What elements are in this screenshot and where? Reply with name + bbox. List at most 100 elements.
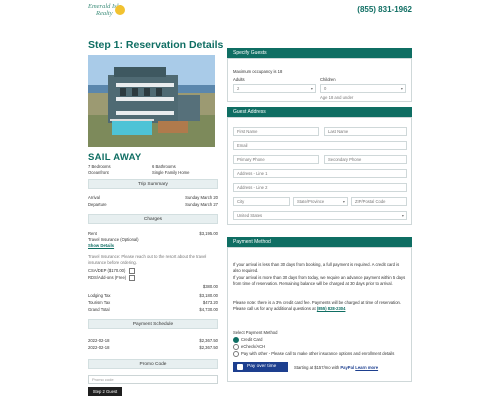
secondary-phone-input[interactable]: Secondary Phone [324,155,407,164]
address-line1-input[interactable]: Address - Line 1 [233,169,407,178]
brand-logo[interactable]: Emerald Isle Realty [88,3,150,26]
credit-card-label: Credit Card [241,337,263,343]
payment-paragraph-2: If your arrival is more than 30 days fro… [233,275,406,286]
option-2[interactable]: RDS/Add-ons (Free) [88,275,136,281]
arrival-label: Arrival [88,195,100,200]
children-select[interactable]: 0 ▾ [320,84,406,93]
payment-paragraph-3: Please note: there is a 3% credit card f… [233,300,407,311]
radio-icon[interactable] [233,344,239,350]
primary-phone-input[interactable]: Primary Phone [233,155,319,164]
protection-label: Travel Insurance (Optional) [88,237,139,242]
charges-header: Charges [88,214,218,224]
option-2-checkbox[interactable] [129,275,136,281]
paypal-icon [237,364,243,370]
page-title: Step 1: Reservation Details [88,39,224,51]
address-line2-input[interactable]: Address - Line 2 [233,183,407,192]
chevron-down-icon: ▾ [401,213,404,218]
lodging-tax-label: Lodging Tax [88,293,111,298]
show-details-link[interactable]: Show Details [88,243,114,248]
country-select[interactable]: United States ▾ [233,211,407,220]
adults-select[interactable]: 2 ▾ [233,84,316,93]
insurance-note: Travel Insurance: Please reach out to th… [88,254,207,265]
chevron-down-icon: ▾ [342,199,345,204]
bedrooms: 7 Bedrooms [88,164,111,169]
promo-code-input[interactable]: Promo code [88,375,218,384]
specify-guests-header: Specify Guests [227,48,412,58]
payment-option-echeck[interactable]: eCheck/ACH [233,344,265,350]
promo-header: Promo Code [88,359,218,369]
last-name-input[interactable]: Last Name [324,127,407,136]
payment-option-credit-card[interactable]: Credit Card [233,337,262,343]
rent-row: Rent $3,195.00 [88,231,218,236]
country-value: United States [237,213,263,218]
payment-option-other[interactable]: Pay with other - Please call to make oth… [233,351,394,357]
tourism-tax-value: $473.20 [202,300,218,305]
tourism-tax-row: Tourism Tax $473.20 [88,300,218,305]
chevron-down-icon: ▾ [310,86,313,91]
paypal-note-text: Starting at $157/mo with [294,365,340,370]
tourism-tax-label: Tourism Tax [88,300,111,305]
option-1-checkbox[interactable] [128,268,135,274]
children-value: 0 [324,86,327,91]
state-select[interactable]: State/Province ▾ [293,197,348,206]
payment-phone-link[interactable]: (855) 828-2304 [317,306,346,311]
chevron-down-icon: ▾ [400,86,403,91]
schedule-amount: $2,367.50 [199,338,218,343]
trip-summary-header: Trip Summary [88,179,218,189]
step2-button[interactable]: Step 2 Guest Details [88,387,122,403]
subtotal-row: $380.00 [88,284,218,289]
state-value: State/Province [297,199,325,204]
rent-value: $3,195.00 [199,231,218,236]
email-input[interactable]: Email [233,141,407,150]
departure-row: Departure Sunday March 27 [88,202,218,207]
grand-total-value: $4,730.00 [199,307,218,312]
property-name: SAIL AWAY [88,152,142,163]
subtotal-value: $380.00 [202,284,218,289]
property-photo [88,55,215,147]
schedule-date: 2022-02-18 [88,345,110,350]
radio-selected-icon[interactable] [233,337,239,343]
paypal-logo: PayPal [340,365,355,370]
paypal-button-label: Pay over time [247,364,277,369]
paypal-financing-note: Starting at $157/mo with PayPal Learn mo… [294,365,378,370]
learn-more-link[interactable]: Learn more [355,365,378,370]
bathrooms: 6 Bathrooms [152,164,176,169]
property-photo-illustration [88,55,215,147]
property-location: Oceanfront [88,170,109,175]
city-input[interactable]: City [233,197,290,206]
lodging-tax-value: $3,180.00 [199,293,218,298]
arrival-row: Arrival Sunday March 20 [88,195,218,200]
payment-paragraph-1: If your arrival is less than 30 days fro… [233,262,400,273]
payment-method-header: Payment Method [227,237,412,247]
children-label: Children [320,77,336,82]
property-type: Single Family Home [152,170,190,175]
first-name-input[interactable]: First Name [233,127,319,136]
schedule-row: 2022-02-18 $2,367.50 [88,345,218,350]
option-1-label: CSA/DEP ($170.00) [88,268,126,274]
adults-value: 2 [237,86,240,91]
radio-icon[interactable] [233,351,239,357]
lodging-tax-row: Lodging Tax $3,180.00 [88,293,218,298]
arrival-value: Sunday March 20 [185,195,218,200]
max-occupancy-note: Maximum occupancy is 18 [233,69,283,74]
grand-total-label: Grand Total [88,307,110,312]
adults-label: Adults [233,77,245,82]
grand-total-row: Grand Total $4,730.00 [88,307,218,312]
sun-icon [115,5,125,15]
option-1[interactable]: CSA/DEP ($170.00) [88,268,135,274]
schedule-amount: $2,367.50 [199,345,218,350]
rent-label: Rent [88,231,97,236]
departure-label: Departure [88,202,107,207]
select-payment-label: Select Payment Method [233,330,278,335]
zip-input[interactable]: ZIP/Postal Code [351,197,407,206]
schedule-row: 2022-02-18 $2,367.50 [88,338,218,343]
children-age-note: Age 18 and under [320,95,354,100]
paypal-pay-over-time-button[interactable]: Pay over time [233,362,288,372]
schedule-date: 2022-02-18 [88,338,110,343]
echeck-label: eCheck/ACH [241,344,266,350]
guest-address-header: Guest Address [227,107,412,117]
phone-number[interactable]: (855) 831-1962 [357,5,412,14]
payment-schedule-header: Payment Schedule [88,319,218,329]
departure-value: Sunday March 27 [185,202,218,207]
option-2-label: RDS/Add-ons (Free) [88,275,127,281]
